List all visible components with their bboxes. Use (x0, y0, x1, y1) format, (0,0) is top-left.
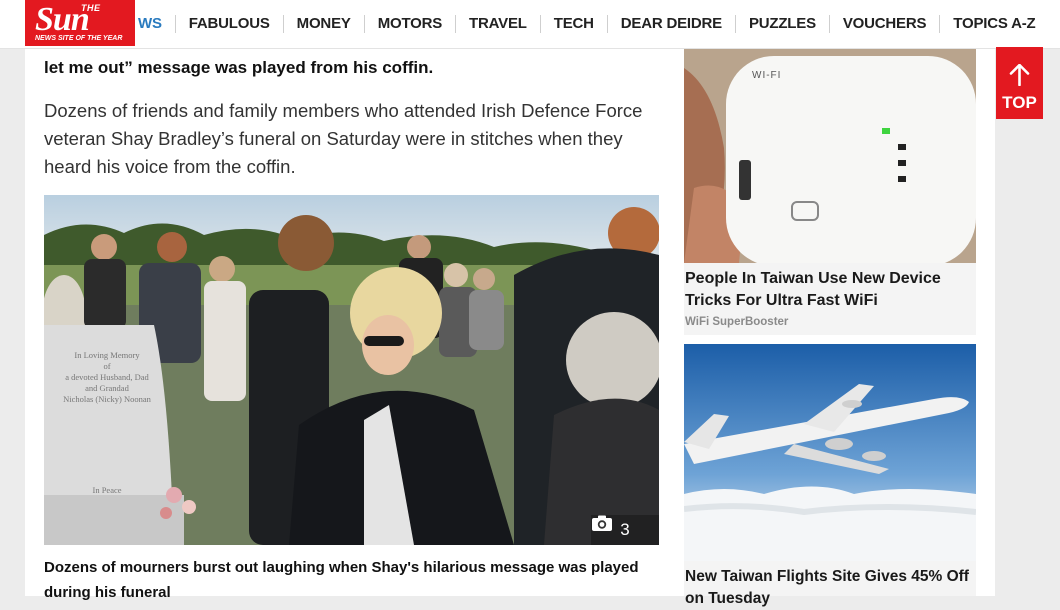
headstone-line: a devoted Husband, Dad (65, 372, 149, 382)
ad-image-airplane[interactable] (684, 344, 976, 561)
the-sun-logo[interactable]: THE Sun NEWS SITE OF THE YEAR (25, 0, 135, 46)
nav-item-motors[interactable]: MOTORS (363, 15, 455, 33)
back-to-top-label: TOP (1002, 93, 1037, 112)
wifi-device-illustration (684, 48, 976, 263)
headstone-line: In Peace (92, 485, 122, 495)
photo-caption: Dozens of mourners burst out laughing wh… (44, 559, 639, 601)
nav-item-puzzles[interactable]: PUZZLES (734, 15, 829, 33)
ad-title[interactable]: People In Taiwan Use New Device Tricks F… (685, 268, 975, 312)
sponsored-ad-wifi[interactable]: WI-FI People In Taiwan Use New Device Tr… (684, 48, 976, 335)
nav-item-news[interactable]: WS (136, 15, 175, 33)
back-to-top-button[interactable]: TOP (996, 47, 1043, 119)
nav-item-travel[interactable]: TRAVEL (455, 15, 540, 33)
nav-item-dear-deidre[interactable]: DEAR DEIDRE (606, 15, 735, 33)
article-photo[interactable]: In Loving Memory of a devoted Husband, D… (44, 195, 659, 545)
airplane-illustration (684, 344, 976, 561)
ad-title[interactable]: New Taiwan Flights Site Gives 45% Off on… (685, 566, 975, 610)
logo-wordmark: Sun (35, 1, 90, 38)
logo-tagline: NEWS SITE OF THE YEAR (35, 35, 123, 42)
ad-source[interactable]: WiFi SuperBooster (685, 316, 788, 328)
headstone-line: of (103, 361, 111, 371)
top-navigation-bar: THE Sun NEWS SITE OF THE YEAR WS FABULOU… (0, 0, 1060, 49)
camera-icon (592, 515, 612, 531)
article-paragraph: Dozens of friends and family members who… (44, 100, 643, 177)
article-body: let me out” message was played from his … (25, 48, 676, 601)
device-label: WI-FI (752, 70, 782, 81)
sidebar: WI-FI People In Taiwan Use New Device Tr… (676, 48, 995, 607)
nav-item-topics-a-z[interactable]: TOPICS A-Z (939, 15, 1048, 33)
gallery-count: 3 (620, 520, 630, 539)
nav-item-fabulous[interactable]: FABULOUS (174, 15, 283, 33)
headstone-line: In Loving Memory (74, 350, 140, 360)
arrow-up-icon (1009, 64, 1030, 86)
nav-item-tech[interactable]: TECH (539, 15, 607, 33)
article-lead-bold-text: let me out” message was played from his … (44, 58, 434, 77)
nav-item-money[interactable]: MONEY (282, 15, 364, 33)
headstone-inscription: In Loving Memory of a devoted Husband, D… (62, 350, 152, 496)
ad-image-wifi-booster[interactable]: WI-FI (684, 48, 976, 263)
gallery-count-button[interactable]: 3 (591, 515, 659, 545)
headstone-line: and Grandad (85, 383, 129, 393)
nav-item-vouchers[interactable]: VOUCHERS (828, 15, 939, 33)
sponsored-ad-flights[interactable]: New Taiwan Flights Site Gives 45% Off on… (684, 344, 976, 607)
headstone-line: Nicholas (Nicky) Noonan (63, 394, 151, 404)
main-nav: WS FABULOUS MONEY MOTORS TRAVEL TECH DEA… (136, 0, 1048, 48)
